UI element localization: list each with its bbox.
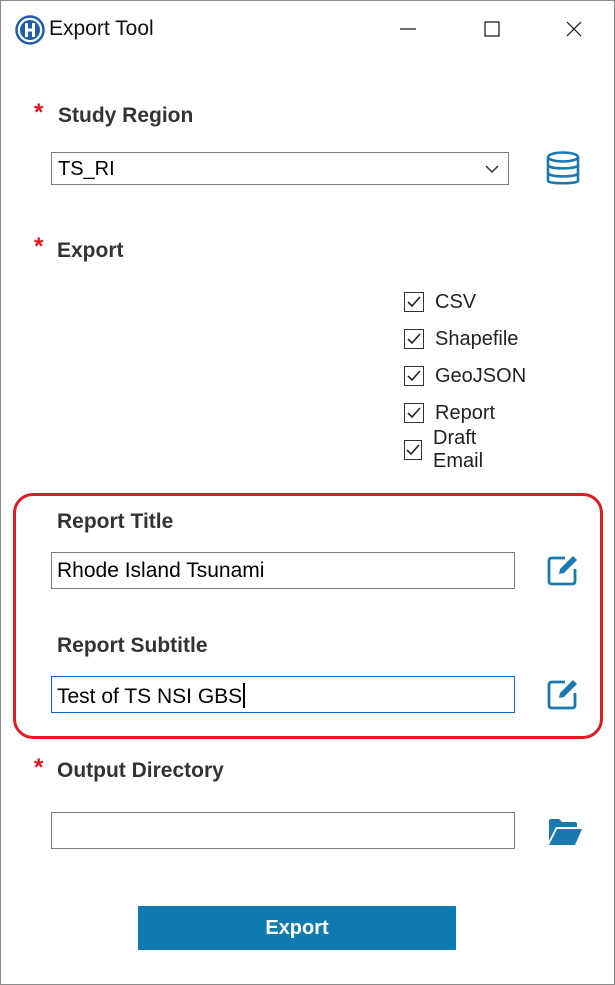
geojson-label: GeoJSON bbox=[435, 364, 527, 387]
edit-icon[interactable] bbox=[545, 552, 581, 588]
report-label: Report bbox=[435, 401, 496, 424]
output-directory-required-marker: * bbox=[34, 754, 44, 781]
folder-open-icon[interactable] bbox=[547, 817, 583, 847]
export-option-csv[interactable]: CSV bbox=[404, 287, 476, 317]
shapefile-checkbox[interactable] bbox=[404, 329, 424, 349]
study-region-required-marker: * bbox=[34, 99, 44, 126]
report-subtitle-input[interactable]: Test of TS NSI GBS bbox=[51, 676, 515, 713]
draft-email-checkbox[interactable] bbox=[404, 440, 422, 460]
report-title-value: Rhode Island Tsunami bbox=[57, 559, 265, 582]
export-label: Export bbox=[57, 239, 124, 262]
study-region-dropdown[interactable]: TS_RI bbox=[51, 152, 509, 185]
checkmark-icon bbox=[407, 296, 421, 308]
export-option-shapefile[interactable]: Shapefile bbox=[404, 324, 518, 354]
minimize-button[interactable] bbox=[367, 1, 449, 57]
csv-checkbox[interactable] bbox=[404, 292, 424, 312]
report-subtitle-value: Test of TS NSI GBS bbox=[57, 685, 243, 708]
close-button[interactable] bbox=[533, 1, 615, 57]
output-directory-input[interactable] bbox=[51, 812, 515, 849]
study-region-selected-value: TS_RI bbox=[58, 158, 115, 180]
checkmark-icon bbox=[406, 444, 420, 456]
title-bar: Export Tool bbox=[1, 1, 614, 57]
report-subtitle-label: Report Subtitle bbox=[57, 634, 208, 657]
window-title: Export Tool bbox=[49, 17, 154, 40]
checkmark-icon bbox=[407, 333, 421, 345]
report-title-input[interactable]: Rhode Island Tsunami bbox=[51, 552, 515, 589]
text-caret bbox=[243, 683, 246, 708]
export-button[interactable]: Export bbox=[138, 906, 456, 950]
report-title-label: Report Title bbox=[57, 510, 174, 533]
output-directory-label: Output Directory bbox=[57, 759, 224, 782]
maximize-button[interactable] bbox=[451, 1, 533, 57]
shapefile-label: Shapefile bbox=[435, 327, 519, 350]
export-tool-window: Export Tool * Study Region TS_RI * Expor… bbox=[0, 0, 615, 985]
chevron-down-icon bbox=[485, 165, 499, 174]
export-option-report[interactable]: Report bbox=[404, 398, 495, 428]
geojson-checkbox[interactable] bbox=[404, 366, 424, 386]
report-subtitle-value-wrap: Test of TS NSI GBS bbox=[57, 683, 246, 709]
draft-email-label: Draft Email bbox=[433, 427, 484, 472]
database-icon[interactable] bbox=[545, 151, 581, 187]
csv-label: CSV bbox=[435, 290, 477, 313]
checkmark-icon bbox=[407, 407, 421, 419]
export-option-draft-email[interactable]: Draft Email bbox=[404, 427, 485, 472]
export-option-geojson[interactable]: GeoJSON bbox=[404, 361, 526, 391]
hazus-logo-icon bbox=[15, 15, 45, 45]
study-region-label: Study Region bbox=[58, 104, 194, 127]
checkmark-icon bbox=[407, 370, 421, 382]
maximize-icon bbox=[484, 21, 500, 37]
report-checkbox[interactable] bbox=[404, 403, 424, 423]
minimize-icon bbox=[400, 28, 416, 30]
edit-icon[interactable] bbox=[545, 676, 581, 712]
export-required-marker: * bbox=[34, 233, 44, 260]
close-icon bbox=[566, 21, 582, 37]
